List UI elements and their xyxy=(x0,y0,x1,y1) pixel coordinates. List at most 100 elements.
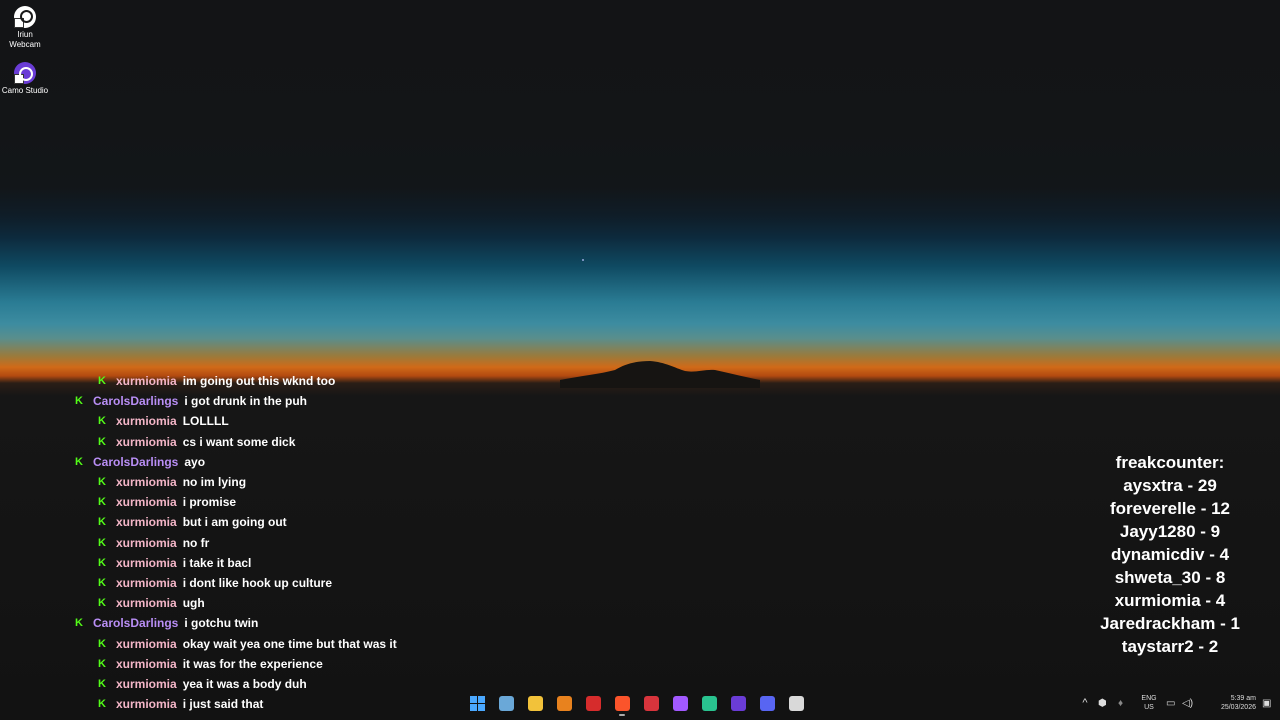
shortcut-arrow-icon xyxy=(14,18,24,28)
chat-text: no im lying xyxy=(182,475,247,490)
counter-entry: Jaredrackham - 1 xyxy=(1100,614,1240,633)
brave-browser-icon[interactable] xyxy=(611,692,633,716)
app-glyph xyxy=(585,695,601,711)
volume-icon[interactable]: ◁) xyxy=(1182,698,1196,709)
chat-text: LOLLLL xyxy=(182,414,229,429)
notification-icon[interactable]: ▣ xyxy=(1262,698,1276,709)
chat-username: xurmiomia xyxy=(116,515,177,530)
discord-icon[interactable] xyxy=(756,692,778,714)
red-app-icon[interactable] xyxy=(640,692,662,714)
chat-text: but i am going out xyxy=(182,515,287,530)
chat-message: Kxurmiomia okay wait yea one time but tha… xyxy=(74,633,494,653)
language-indicator[interactable]: ENG US xyxy=(1140,694,1158,712)
chat-text: i promise xyxy=(182,495,237,510)
chat-username: xurmiomia xyxy=(116,495,177,510)
counter-entry: taystarr2 - 2 xyxy=(1121,637,1219,656)
desktop-icon-iriun-webcam[interactable]: Iriun Webcam xyxy=(0,6,50,50)
firefox-icon[interactable] xyxy=(553,692,575,714)
chat-message: Kxurmiomia i dont like hook up culture xyxy=(74,573,494,593)
app-glyph xyxy=(788,695,804,711)
counter-title: freakcounter: xyxy=(1115,453,1225,472)
system-tray: ^ ⬢ ♦ ENG US ▭ ◁) 5:39 am 25/03/2026 ▣ xyxy=(1078,694,1276,712)
chat-message: Kxurmiomia but i am going out xyxy=(74,512,494,532)
figma-icon[interactable] xyxy=(669,692,691,714)
shortcut-arrow-icon xyxy=(14,74,24,84)
chat-text: im going out this wknd too xyxy=(182,374,336,389)
chat-text: ugh xyxy=(182,596,205,611)
chat-message: Kxurmiomia it was for the experience xyxy=(74,654,494,674)
kick-badge-icon: K xyxy=(75,395,83,408)
chat-username: xurmiomia xyxy=(116,374,177,389)
desktop-icon-label: Webcam xyxy=(9,40,41,49)
star-dot xyxy=(582,259,584,261)
kick-badge-icon: K xyxy=(98,496,106,509)
chat-text: cs i want some dick xyxy=(182,434,296,449)
chat-text: ayo xyxy=(184,454,206,469)
network-icon[interactable]: ▭ xyxy=(1166,698,1180,709)
desktop-icon-label: Iriun xyxy=(17,30,33,39)
counter-entry: foreverelle - 12 xyxy=(1109,499,1230,518)
clock-date: 25/03/2026 xyxy=(1220,704,1256,711)
chat-username: xurmiomia xyxy=(116,475,177,490)
chat-text: i got drunk in the puh xyxy=(184,394,308,409)
counter-entry: xurmiomia - 4 xyxy=(1114,591,1226,610)
kick-badge-icon: K xyxy=(98,637,106,650)
chat-username: xurmiomia xyxy=(116,596,177,611)
camo-studio-taskbar-icon[interactable] xyxy=(727,692,749,714)
language-label: ENG xyxy=(1141,695,1157,702)
chat-text: i dont like hook up culture xyxy=(182,575,333,590)
widgets-icon[interactable] xyxy=(495,692,517,714)
app-glyph xyxy=(498,695,514,711)
chat-username: xurmiomia xyxy=(116,636,177,651)
app-glyph xyxy=(556,695,572,711)
microphone-icon[interactable]: ♦ xyxy=(1118,698,1132,709)
desktop-icon-label: Camo Studio xyxy=(1,86,49,95)
camo-studio-icon xyxy=(14,62,36,84)
iriun-webcam-icon xyxy=(14,6,36,28)
chat-message: Kxurmiomia cs i want some dick xyxy=(74,432,494,452)
kick-badge-icon: K xyxy=(98,415,106,428)
kick-badge-icon: K xyxy=(98,516,106,529)
chat-message: Kxurmiomia no im lying xyxy=(74,472,494,492)
chat-message: K CarolsDarlings i gotchu twin xyxy=(74,613,494,633)
clock[interactable]: 5:39 am 25/03/2026 xyxy=(1212,694,1256,712)
start-button[interactable] xyxy=(466,692,488,714)
chat-username: CarolsDarlings xyxy=(93,616,179,631)
kick-badge-icon: K xyxy=(98,476,106,489)
app-glyph xyxy=(527,695,543,711)
chat-username: CarolsDarlings xyxy=(93,394,179,409)
chat-text: yea it was a body duh xyxy=(182,676,307,691)
counter-entry: aysxtra - 29 xyxy=(1123,476,1217,495)
chat-message: Kxurmiomia i take it bacl xyxy=(74,553,494,573)
region-label: US xyxy=(1144,704,1154,711)
app-glyph xyxy=(701,695,717,711)
chat-username: xurmiomia xyxy=(116,414,177,429)
chat-username: xurmiomia xyxy=(116,434,177,449)
desktop-icon-camo-studio[interactable]: Camo Studio xyxy=(0,62,50,96)
kick-badge-icon: K xyxy=(98,576,106,589)
chat-message: Kxurmiomia im going out this wknd too xyxy=(74,371,494,391)
kick-badge-icon: K xyxy=(98,657,106,670)
chat-username: CarolsDarlings xyxy=(93,454,179,469)
chat-text: i take it bacl xyxy=(182,555,252,570)
chat-message: Kxurmiomia ugh xyxy=(74,593,494,613)
snipping-tool-icon[interactable] xyxy=(785,692,807,714)
chat-username: xurmiomia xyxy=(116,676,177,691)
file-explorer-icon[interactable] xyxy=(524,692,546,714)
app-glyph xyxy=(643,695,659,711)
counter-entry: dynamicdiv - 4 xyxy=(1110,545,1230,564)
security-icon[interactable]: ⬢ xyxy=(1098,698,1112,709)
green-app-icon[interactable] xyxy=(698,692,720,714)
kick-badge-icon: K xyxy=(75,617,83,630)
chat-message: Kxurmiomia no fr xyxy=(74,533,494,553)
chat-username: xurmiomia xyxy=(116,535,177,550)
video-app-icon[interactable] xyxy=(582,692,604,714)
app-glyph xyxy=(730,695,746,711)
chat-overlay: Kxurmiomia im going out this wknd too K Car… xyxy=(74,371,494,714)
kick-badge-icon: K xyxy=(98,536,106,549)
counter-entry: Jayy1280 - 9 xyxy=(1119,522,1221,541)
windows-logo-icon xyxy=(469,695,485,711)
chat-username: xurmiomia xyxy=(116,575,177,590)
show-hidden-icons-chevron-icon[interactable]: ^ xyxy=(1078,697,1092,709)
freak-counter: freakcounter: aysxtra - 29 foreverelle -… xyxy=(1080,451,1260,658)
